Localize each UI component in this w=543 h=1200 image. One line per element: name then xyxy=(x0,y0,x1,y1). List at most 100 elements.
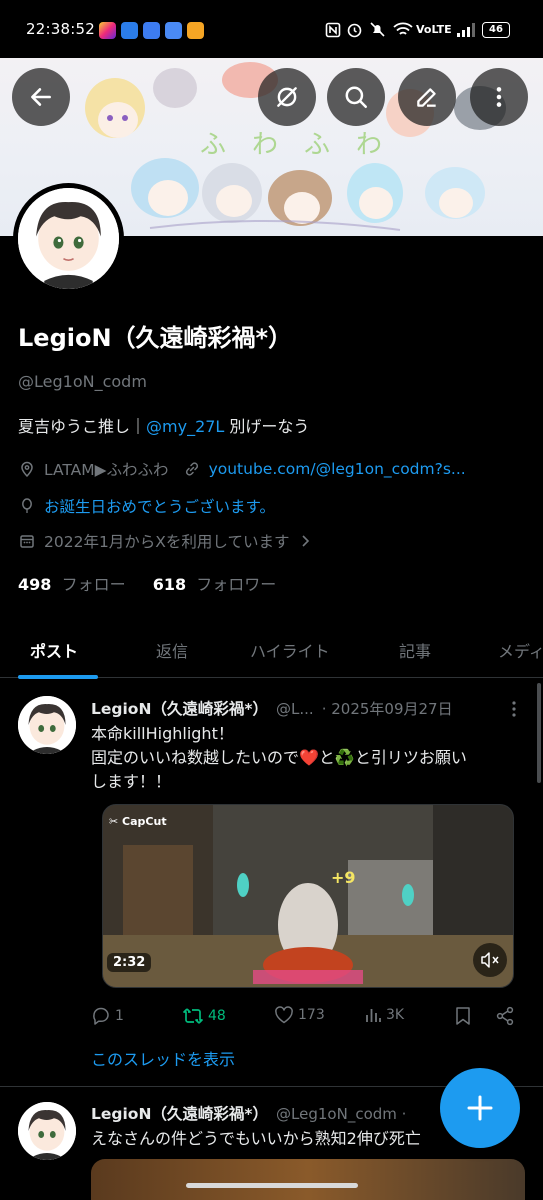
reply-icon xyxy=(93,1007,109,1025)
back-button[interactable] xyxy=(12,68,70,126)
svg-text:+9: +9 xyxy=(331,868,356,887)
bio-mention-link[interactable]: @my_27L xyxy=(146,417,224,436)
tweet-avatar[interactable] xyxy=(18,696,76,754)
profile-handle: @Leg1oN_codm xyxy=(18,372,147,391)
signal-icon xyxy=(457,23,475,37)
show-thread-link[interactable]: このスレッドを表示 xyxy=(91,1046,235,1070)
display-name: LegioN（久遠崎彩禍*） xyxy=(18,324,293,352)
back-icon xyxy=(31,88,51,106)
views-icon xyxy=(366,1009,381,1022)
grok-button[interactable] xyxy=(258,68,316,126)
followers-link[interactable]: 618 フォロワー xyxy=(153,575,277,594)
share-icon[interactable] xyxy=(495,1006,515,1026)
heart-icon xyxy=(275,1006,293,1024)
repost-button[interactable]: 48 xyxy=(182,1006,226,1026)
alarm-icon xyxy=(347,23,362,38)
mute-button[interactable] xyxy=(473,943,507,977)
location-icon xyxy=(21,461,33,477)
active-tab-indicator xyxy=(18,675,98,679)
tweet-video[interactable]: +9 ✂ CapCut 2:32 xyxy=(102,804,514,988)
capcut-logo-icon: ✂ xyxy=(109,815,123,828)
following-label: フォロー xyxy=(61,575,126,594)
tweet-author-name[interactable]: LegioN（久遠崎彩禍*） xyxy=(91,1102,268,1124)
tweet-header: LegioN（久遠崎彩禍*） @L... · 2025年09月27日 xyxy=(91,697,453,719)
follow-stats: 498 フォロー 618 フォロワー xyxy=(18,571,276,595)
tweet-avatar[interactable] xyxy=(18,1102,76,1160)
status-bar: 22:38:52 VoLTE 46 xyxy=(0,0,543,58)
followers-label: フォロワー xyxy=(196,575,277,594)
more-icon xyxy=(496,87,502,107)
tweet-author-name[interactable]: LegioN（久遠崎彩禍*） xyxy=(91,697,268,719)
bookmark-icon[interactable] xyxy=(455,1006,471,1026)
avatar-illustration xyxy=(18,696,76,754)
translate-app-icon xyxy=(143,22,160,39)
status-time: 22:38:52 xyxy=(26,20,95,38)
tweet-author-handle: @L... xyxy=(276,700,314,718)
tweet-header: LegioN（久遠崎彩禍*） @Leg1oN_codm · xyxy=(91,1102,406,1124)
capcut-label: CapCut xyxy=(122,815,167,828)
profile-bio: 夏吉ゆうこ推し｜@my_27L 別げーなう xyxy=(18,413,309,437)
like-count: 173 xyxy=(298,1007,325,1023)
more-options-button[interactable] xyxy=(470,68,528,126)
views-button[interactable]: 3K xyxy=(364,1006,404,1024)
tweet-media-preview[interactable] xyxy=(91,1159,525,1200)
link-icon xyxy=(185,462,198,476)
tweet-text-line: します！！ xyxy=(91,772,172,791)
repost-icon xyxy=(183,1008,203,1024)
tweet-author-handle: @Leg1oN_codm · xyxy=(276,1105,407,1123)
like-button[interactable]: 173 xyxy=(274,1006,325,1024)
bio-suffix: 別げーなう xyxy=(224,417,310,436)
profile-meta-joined[interactable]: 2022年1月からXを利用しています xyxy=(18,530,311,552)
capcut-watermark: ✂ CapCut xyxy=(109,815,167,828)
following-count: 498 xyxy=(18,575,52,594)
followers-count: 618 xyxy=(152,575,187,594)
tweet-more-icon[interactable] xyxy=(507,700,521,718)
profile-meta-location-website: LATAM▶ふわふわ youtube.com/@leg1on_codm?s... xyxy=(18,458,466,480)
compose-post-button[interactable] xyxy=(440,1068,520,1148)
video-duration: 2:32 xyxy=(107,953,152,972)
tweet-text: えなさんの件どうでもいいから熟知2伸び死亡 xyxy=(91,1129,421,1148)
tab-highlights[interactable]: ハイライト xyxy=(250,638,330,662)
profile-birthday[interactable]: お誕生日おめでとうございます。 xyxy=(44,495,275,517)
profile-tabs: ポスト 返信 ハイライト 記事 メディ xyxy=(0,622,543,678)
network-type: VoLTE xyxy=(416,23,452,36)
instagram-icon xyxy=(99,22,116,39)
tab-replies[interactable]: 返信 xyxy=(156,638,188,662)
reply-count: 1 xyxy=(115,1008,124,1024)
tab-media[interactable]: メディ xyxy=(498,638,543,662)
profile-avatar[interactable] xyxy=(13,183,124,294)
following-link[interactable]: 498 フォロー xyxy=(18,575,126,594)
edit-icon xyxy=(417,88,436,107)
grok-icon xyxy=(277,87,297,107)
tab-posts[interactable]: ポスト xyxy=(30,638,78,662)
profile-joined: 2022年1月からXを利用しています xyxy=(44,533,290,551)
video-thumbnail: +9 xyxy=(103,805,513,987)
profile-website-link[interactable]: youtube.com/@leg1on_codm?s... xyxy=(209,460,466,478)
repost-count: 48 xyxy=(208,1008,226,1024)
avatar-illustration xyxy=(18,188,119,289)
tweet-text-line: 固定のいいね数越したいので❤️と♻️と引リツお願い xyxy=(91,748,467,767)
svg-text:ふ わ ふ わ: ふ わ ふ わ xyxy=(200,130,382,160)
tweet-date[interactable]: · 2025年09月27日 xyxy=(322,698,453,719)
views-count: 3K xyxy=(386,1007,405,1023)
bio-text: 夏吉ゆうこ推し｜ xyxy=(18,417,147,436)
calendar-icon xyxy=(20,535,34,548)
mute-icon xyxy=(370,22,385,37)
nfc-icon xyxy=(325,22,341,38)
tweet-text: 本命killHighlight！ 固定のいいね数越したいので❤️と♻️と引リツお… xyxy=(91,722,531,794)
profile-location: LATAM▶ふわふわ xyxy=(44,461,169,479)
battery-indicator: 46 xyxy=(482,22,510,38)
profile-meta-birthday: お誕生日おめでとうございます。 xyxy=(18,495,275,517)
reply-button[interactable]: 1 xyxy=(91,1006,124,1026)
tab-articles[interactable]: 記事 xyxy=(399,638,431,662)
plus-icon xyxy=(467,1095,493,1121)
chevron-right-icon xyxy=(302,535,310,547)
volume-muted-icon xyxy=(481,952,499,968)
home-indicator[interactable] xyxy=(186,1183,358,1188)
search-button[interactable] xyxy=(327,68,385,126)
calendar-app-icon xyxy=(121,22,138,39)
tweet-text-line: 本命killHighlight！ xyxy=(91,724,234,743)
wifi-icon xyxy=(393,22,413,35)
balloon-icon xyxy=(22,498,32,513)
edit-button[interactable] xyxy=(398,68,456,126)
